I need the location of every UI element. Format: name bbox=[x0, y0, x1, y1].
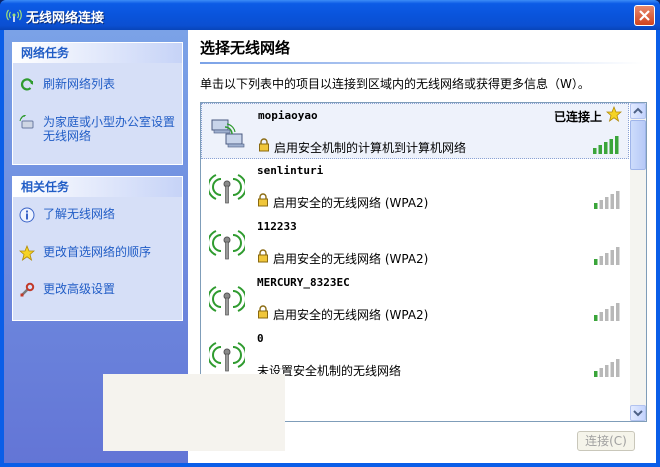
network-item[interactable]: mopiaoyao 已连接上 启用安全机制的计算机到计算机网络 bbox=[201, 103, 629, 159]
signal-bar bbox=[610, 194, 614, 209]
signal-strength-icon bbox=[594, 359, 620, 377]
network-item[interactable]: 112233 启用安全的无线网络 (WPA2) bbox=[201, 215, 629, 272]
change-advanced-settings-label: 更改高级设置 bbox=[43, 282, 116, 296]
signal-bar bbox=[605, 309, 609, 321]
close-button[interactable] bbox=[634, 5, 655, 26]
scroll-down-button[interactable] bbox=[630, 405, 646, 421]
signal-bar bbox=[610, 362, 614, 377]
setup-wizard-icon bbox=[19, 115, 34, 129]
signal-strength-icon bbox=[594, 191, 620, 209]
signal-bar bbox=[616, 191, 620, 209]
setup-home-network-label: 为家庭或小型办公室设置无线网络 bbox=[43, 115, 176, 143]
page-title: 选择无线网络 bbox=[200, 39, 291, 57]
network-security: 启用安全机制的计算机到计算机网络 bbox=[274, 141, 467, 155]
vertical-scrollbar[interactable] bbox=[630, 103, 646, 421]
signal-bar bbox=[604, 142, 608, 154]
signal-bar bbox=[594, 259, 598, 265]
signal-bar bbox=[599, 200, 603, 209]
signal-bar bbox=[610, 306, 614, 321]
lock-icon bbox=[258, 305, 268, 319]
wireless-antenna-icon bbox=[209, 342, 245, 372]
signal-bar bbox=[594, 203, 598, 209]
signal-strength-icon bbox=[594, 303, 620, 321]
scroll-thumb[interactable] bbox=[630, 120, 646, 170]
signal-bar bbox=[616, 247, 620, 265]
network-security: 启用安全的无线网络 (WPA2) bbox=[273, 252, 429, 266]
signal-bar bbox=[605, 197, 609, 209]
window-title: 无线网络连接 bbox=[26, 11, 105, 26]
signal-bar bbox=[616, 303, 620, 321]
network-tasks-group: 网络任务 刷新网络列表 为家庭或小型办公室设置无线网络 bbox=[12, 42, 183, 165]
wireless-network-window: 无线网络连接 网络任务 刷新网络列表 为家庭或小型办公室设置无线网络 相关任务 … bbox=[0, 0, 660, 467]
network-ssid: senlinturi bbox=[257, 164, 324, 177]
title-divider bbox=[200, 62, 644, 64]
client-area: 网络任务 刷新网络列表 为家庭或小型办公室设置无线网络 相关任务 了解无线网络 … bbox=[4, 30, 656, 463]
network-security: 启用安全的无线网络 (WPA2) bbox=[273, 308, 429, 322]
refresh-icon bbox=[20, 78, 34, 91]
lock-icon bbox=[259, 138, 269, 152]
close-icon bbox=[639, 10, 650, 21]
network-ssid: mopiaoyao bbox=[258, 109, 318, 122]
network-ssid: 0 bbox=[257, 332, 264, 345]
chevron-up-icon bbox=[633, 107, 643, 114]
signal-bar bbox=[598, 145, 602, 154]
learn-wireless-label: 了解无线网络 bbox=[43, 207, 116, 221]
signal-bar bbox=[599, 256, 603, 265]
connect-button[interactable]: 连接(C) bbox=[577, 431, 635, 451]
signal-bar bbox=[594, 371, 598, 377]
related-tasks-group: 相关任务 了解无线网络 更改首选网络的顺序 更改高级设置 bbox=[12, 176, 183, 321]
wireless-network-icon bbox=[6, 9, 22, 22]
network-tasks-title: 网络任务 bbox=[13, 43, 182, 63]
title-bar[interactable]: 无线网络连接 bbox=[0, 0, 660, 30]
lock-icon bbox=[258, 193, 268, 207]
signal-bar bbox=[593, 148, 597, 154]
adhoc-network-icon bbox=[211, 119, 245, 148]
related-tasks-title: 相关任务 bbox=[13, 177, 182, 197]
info-icon bbox=[19, 207, 35, 223]
signal-bar bbox=[599, 368, 603, 377]
lock-icon bbox=[258, 249, 268, 263]
signal-bar bbox=[599, 312, 603, 321]
refresh-network-list-label: 刷新网络列表 bbox=[43, 77, 116, 91]
settings-icon bbox=[20, 282, 35, 297]
instruction-text: 单击以下列表中的项目以连接到区域内的无线网络或获得更多信息（W）。 bbox=[200, 77, 590, 91]
signal-bar bbox=[615, 136, 619, 154]
wireless-antenna-icon bbox=[209, 230, 245, 260]
signal-bar bbox=[594, 315, 598, 321]
signal-bar bbox=[616, 359, 620, 377]
signal-strength-icon bbox=[593, 136, 619, 154]
wireless-antenna-icon bbox=[209, 174, 245, 204]
signal-strength-icon bbox=[594, 247, 620, 265]
chevron-down-icon bbox=[633, 410, 643, 417]
network-ssid: 112233 bbox=[257, 220, 297, 233]
network-ssid: MERCURY_8323EC bbox=[257, 276, 350, 289]
blank-overlay bbox=[103, 374, 285, 451]
signal-bar bbox=[609, 139, 613, 154]
signal-bar bbox=[605, 365, 609, 377]
change-preferred-order-label: 更改首选网络的顺序 bbox=[43, 245, 152, 259]
star-icon bbox=[19, 245, 35, 261]
network-item[interactable]: MERCURY_8323EC 启用安全的无线网络 (WPA2) bbox=[201, 271, 629, 328]
connection-status: 已连接上 bbox=[553, 110, 602, 124]
network-security: 启用安全的无线网络 (WPA2) bbox=[273, 196, 429, 210]
scroll-up-button[interactable] bbox=[630, 103, 646, 119]
signal-bar bbox=[610, 250, 614, 265]
preferred-star-icon bbox=[606, 106, 622, 122]
signal-bar bbox=[605, 253, 609, 265]
wireless-antenna-icon bbox=[209, 286, 245, 316]
network-item[interactable]: senlinturi 启用安全的无线网络 (WPA2) bbox=[201, 159, 629, 216]
